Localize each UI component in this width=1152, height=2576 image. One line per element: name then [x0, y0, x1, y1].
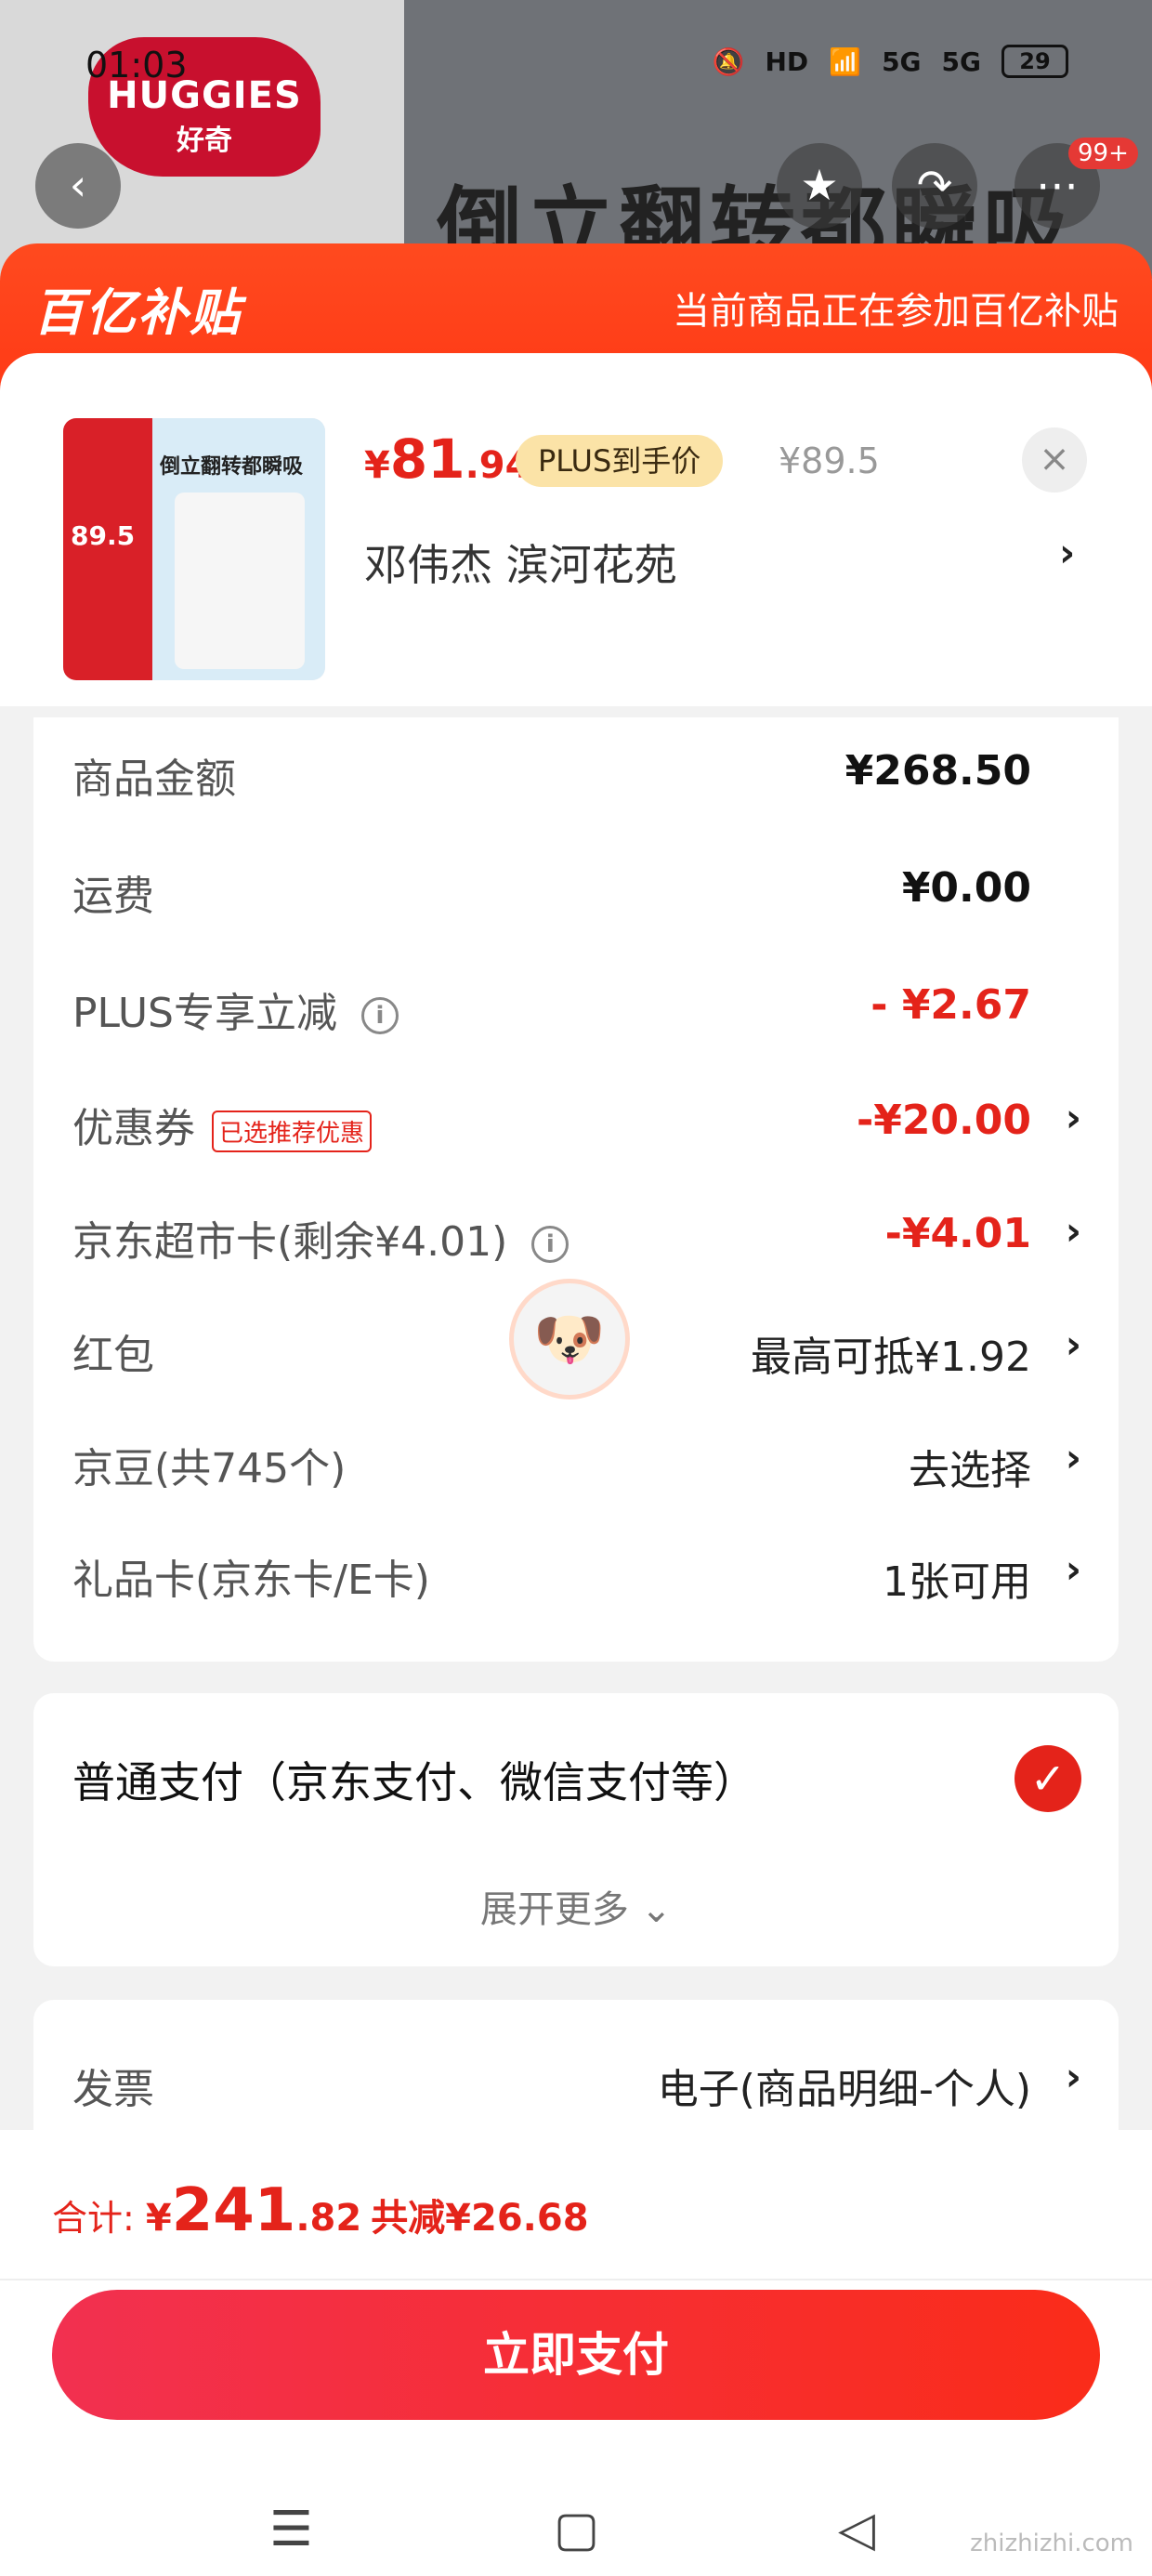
- back-button[interactable]: ‹: [35, 143, 121, 229]
- status-indicators: 🔕 HD 📶 5G 5G 29: [713, 45, 1068, 78]
- product-card: 倒立翻转都瞬吸 89.5 ¥81.94 PLUS到手价 ¥89.5 × 邓伟杰 …: [0, 353, 1152, 706]
- chevron-right-icon[interactable]: ›: [1059, 530, 1075, 575]
- mute-icon: 🔕: [712, 46, 745, 77]
- info-icon[interactable]: i: [531, 1226, 569, 1263]
- info-icon[interactable]: i: [361, 997, 399, 1034]
- thumbnail-title: 倒立翻转都瞬吸: [160, 455, 304, 479]
- chevron-right-icon[interactable]: ›: [1066, 1546, 1081, 1592]
- close-button[interactable]: ×: [1022, 427, 1087, 493]
- share-icon[interactable]: ↷: [892, 143, 977, 229]
- payment-method-card: 普通支付（京东支付、微信支付等） ✓ 展开更多 ⌄: [33, 1693, 1119, 1966]
- signal-5g-2: 5G: [941, 46, 981, 77]
- cost-breakdown-card: 商品金额 ¥268.50 运费 ¥0.00 PLUS专享立减 i - ¥2.67 …: [33, 717, 1119, 1662]
- invoice-row[interactable]: 发票 电子(商品明细-个人) ›: [33, 2000, 1119, 2130]
- chevron-right-icon[interactable]: ›: [1066, 1095, 1081, 1140]
- chevron-right-icon[interactable]: ›: [1066, 1208, 1081, 1254]
- battery-icon: 29: [1001, 45, 1068, 78]
- checkout-bar: 合计: ¥241.82 共减¥26.68 立即支付 ☰ ▢ ◁ zhizhizhi…: [0, 2130, 1152, 2576]
- signal-5g-1: 5G: [882, 46, 922, 77]
- hd-indicator: HD: [765, 46, 809, 77]
- product-price: ¥81.94: [364, 427, 531, 491]
- original-price: ¥89.5: [779, 440, 880, 481]
- total-saving: 共减¥26.68: [371, 2197, 589, 2240]
- cost-row-supermarket-card[interactable]: 京东超市卡(剩余¥4.01) i -¥4.01 ›: [33, 1180, 1119, 1294]
- favorite-star-icon[interactable]: ★: [777, 143, 862, 229]
- diaper-pack-image: [175, 493, 305, 669]
- loading-dog-icon: 🐶: [509, 1279, 630, 1400]
- product-thumbnail[interactable]: 倒立翻转都瞬吸 89.5: [63, 418, 325, 680]
- divider: [0, 2279, 1152, 2280]
- menu-icon[interactable]: ☰: [269, 2502, 313, 2557]
- delivery-address[interactable]: 邓伟杰 滨河花苑: [364, 532, 677, 593]
- thumbnail-price: 89.5: [71, 520, 136, 551]
- home-icon[interactable]: ▢: [554, 2502, 599, 2557]
- invoice-label: 发票: [72, 2066, 154, 2113]
- payment-method-label[interactable]: 普通支付（京东支付、微信支付等）: [72, 1749, 756, 1810]
- chevron-right-icon[interactable]: ›: [1066, 2054, 1081, 2099]
- expand-more-link[interactable]: 展开更多 ⌄: [33, 1879, 1119, 1933]
- order-total: 合计: ¥241.82 共减¥26.68: [52, 2176, 589, 2245]
- back-triangle-icon[interactable]: ◁: [838, 2502, 875, 2557]
- subsidy-logo: 百亿补贴: [33, 283, 242, 342]
- cost-row-goods-amount: 商品金额 ¥268.50: [72, 747, 1031, 803]
- cost-row-gift-card[interactable]: 礼品卡(京东卡/E卡) 1张可用 ›: [33, 1518, 1119, 1632]
- cost-row-coupon[interactable]: 优惠券 已选推荐优惠 -¥20.00 ›: [33, 1067, 1119, 1180]
- chevron-right-icon[interactable]: ›: [1066, 1321, 1081, 1367]
- check-icon[interactable]: ✓: [1015, 1745, 1081, 1812]
- status-time: 01:03: [85, 45, 188, 85]
- chevron-down-icon: ⌄: [640, 1888, 673, 1931]
- cost-row-jingdou[interactable]: 京豆(共745个) 去选择 ›: [33, 1407, 1119, 1520]
- pay-now-button[interactable]: 立即支付: [52, 2290, 1100, 2420]
- cost-row-plus-discount: PLUS专享立减 i - ¥2.67: [72, 981, 1031, 1037]
- recommended-tag: 已选推荐优惠: [212, 1110, 373, 1152]
- watermark: zhizhizhi.com: [970, 2530, 1133, 2557]
- chevron-right-icon[interactable]: ›: [1066, 1435, 1081, 1480]
- status-bar: 01:03 🔕 HD 📶 5G 5G 29: [0, 37, 1152, 102]
- wifi-icon: 📶: [829, 46, 862, 77]
- cost-row-shipping: 运费 ¥0.00: [72, 864, 1031, 920]
- subsidy-note: 当前商品正在参加百亿补贴: [673, 290, 1119, 333]
- message-badge: 99+: [1068, 138, 1138, 169]
- plus-price-tag: PLUS到手价: [516, 435, 724, 487]
- invoice-value: 电子(商品明细-个人): [657, 2066, 1031, 2113]
